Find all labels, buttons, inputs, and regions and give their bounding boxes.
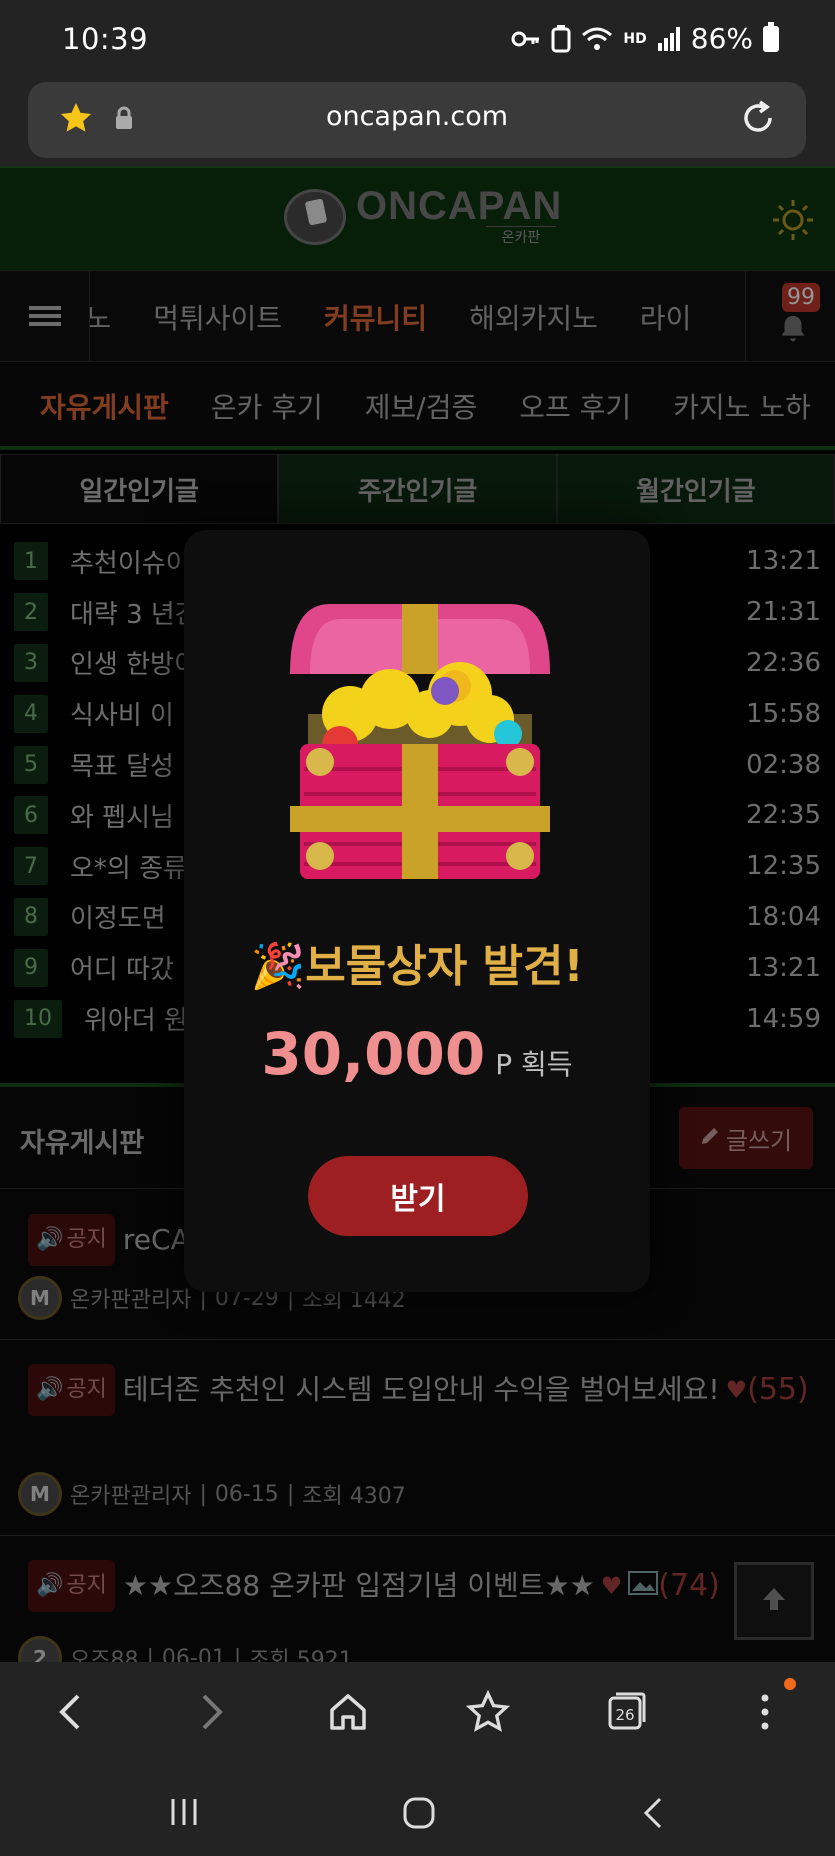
reward-points: 30,000 <box>261 1020 486 1088</box>
home-nav-icon[interactable] <box>402 1796 436 1834</box>
reward-amount: 30,000 P 획득 <box>184 1020 650 1088</box>
modal-headline: 🎉보물상자 발견! <box>250 941 584 992</box>
status-icons: HD 86% <box>511 21 779 55</box>
tabs-icon[interactable]: 26 <box>604 1690 648 1738</box>
url-text[interactable]: oncapan.com <box>28 101 806 132</box>
status-bar: 10:39 HD 86% <box>0 0 835 80</box>
signal-icon <box>657 26 681 51</box>
browser-bottom-bar: 26 <box>0 1662 835 1772</box>
wifi-icon <box>581 26 613 52</box>
battery-icon <box>763 21 779 52</box>
status-time: 10:39 <box>62 22 149 56</box>
more-menu-icon[interactable] <box>760 1690 770 1738</box>
system-nav-bar <box>0 1772 835 1856</box>
treasure-chest-icon <box>290 594 550 888</box>
reward-unit: P 획득 <box>495 1048 573 1081</box>
battery-saver-icon <box>551 24 571 53</box>
battery-percent: 86% <box>690 22 753 55</box>
bookmarks-icon[interactable] <box>465 1689 511 1738</box>
home-icon[interactable] <box>326 1690 370 1738</box>
key-icon <box>511 29 541 49</box>
address-bar[interactable]: oncapan.com <box>28 82 806 158</box>
back-nav-icon[interactable] <box>640 1796 666 1834</box>
tabs-count: 26 <box>615 1706 634 1724</box>
update-dot-icon <box>784 1678 796 1690</box>
network-label: HD <box>623 30 647 47</box>
reload-icon[interactable] <box>738 98 778 142</box>
browser-toolbar: oncapan.com <box>0 80 835 166</box>
forward-icon[interactable] <box>192 1690 232 1738</box>
recent-apps-icon[interactable] <box>168 1796 200 1832</box>
claim-button[interactable]: 받기 <box>308 1156 528 1236</box>
back-icon[interactable] <box>50 1690 90 1738</box>
treasure-chest-modal: 🎉보물상자 발견! 30,000 P 획득 받기 <box>184 530 650 1292</box>
